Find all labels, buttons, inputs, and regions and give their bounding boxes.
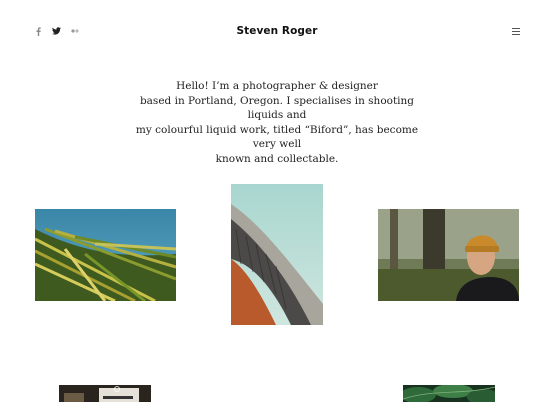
site-title[interactable]: Steven Roger	[0, 25, 554, 37]
intro-line: known and collectable.	[215, 152, 339, 165]
hamburger-menu-icon[interactable]	[512, 28, 520, 35]
intro-line: my colourful liquid work, titled “Biford…	[135, 123, 419, 151]
man-in-beanie-photo[interactable]	[378, 209, 519, 301]
intro-line: based in Portland, Oregon. I specialises…	[139, 94, 415, 122]
intro-text: Hello! I’m a photographer & designer bas…	[130, 79, 424, 166]
palm-leaf-photo[interactable]	[35, 209, 176, 301]
magazine-photo[interactable]	[59, 385, 151, 402]
intro-line: Hello! I’m a photographer & designer	[176, 80, 378, 92]
green-leaves-photo[interactable]	[403, 385, 495, 402]
architecture-photo[interactable]	[231, 184, 323, 325]
